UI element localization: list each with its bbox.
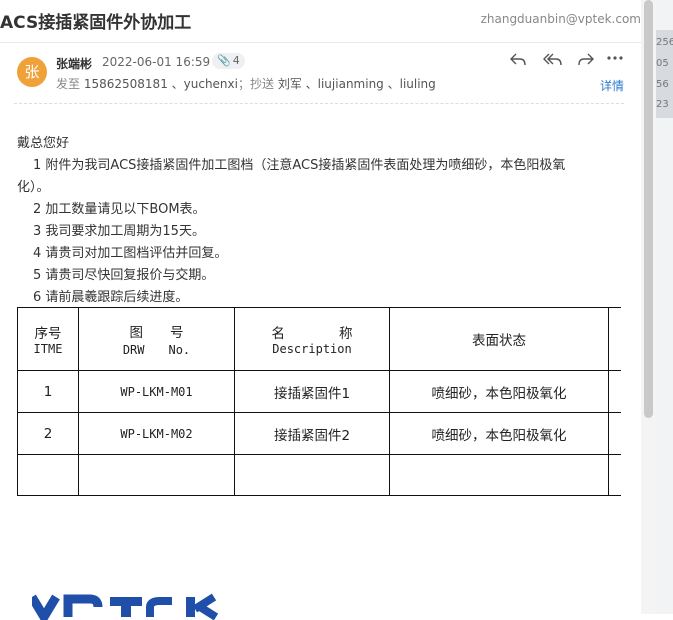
recipients: 发至 15862508181 、yuchenxi；抄送 刘军 、liujianm… <box>56 75 436 92</box>
cc-label: ；抄送 <box>237 77 274 91</box>
bom-header-row: 序号 ITME 图 号 DRW No. 名 称 Description 表面状态 <box>17 307 621 371</box>
cell-description <box>234 454 390 496</box>
header-en: DRW No. <box>122 342 191 357</box>
scrollbar-thumb[interactable] <box>644 0 653 418</box>
header-cell: 表面状态 <box>389 307 609 371</box>
table-edge <box>608 412 621 455</box>
sent-time: 2022-06-01 16:59 <box>102 55 211 69</box>
paperclip-icon: 📎 <box>217 54 231 67</box>
message-body: 戴总您好 1 附件为我司ACS接插紧固件加工图档（注意ACS接插紧固件表面处理为… <box>17 133 565 309</box>
strip-number: 23 <box>656 99 669 110</box>
strip-number: 05 <box>656 58 669 69</box>
more-icon[interactable] <box>607 50 623 70</box>
body-line: 4 请贵司对加工图档评估并回复。 <box>33 246 228 261</box>
cell-surface: 喷细砂，本色阳极氧化 <box>389 412 609 455</box>
cell-drawing-no: WP-LKM-M01 <box>78 370 235 413</box>
vptek-logo <box>32 593 219 620</box>
cell-description: 接插紧固件1 <box>234 370 390 413</box>
cell-index <box>17 454 79 496</box>
table-edge <box>608 454 621 496</box>
to-label: 发至 <box>56 77 81 91</box>
account-email: zhangduanbin@vptek.com <box>480 12 641 26</box>
strip-number: 56 <box>656 79 669 90</box>
to-recipients[interactable]: 15862508181 、yuchenxi <box>84 77 238 91</box>
email-subject: ACS接插紧固件外协加工 <box>0 13 192 33</box>
cell-drawing-no: WP-LKM-M02 <box>78 412 235 455</box>
attachment-badge[interactable]: 📎 4 <box>212 53 245 69</box>
sender-name[interactable]: 张端彬 <box>56 55 92 72</box>
body-line: 3 我司要求加工周期为15天。 <box>33 224 205 239</box>
avatar: 张 <box>17 57 47 87</box>
header-en: ITME <box>33 342 63 356</box>
greeting: 戴总您好 <box>17 136 70 151</box>
reply-all-icon[interactable] <box>543 51 562 69</box>
bom-table: 序号 ITME 图 号 DRW No. 名 称 Description 表面状态… <box>17 307 621 496</box>
header-cn: 表面状态 <box>472 333 526 349</box>
header-cn: 名 称 <box>271 326 353 342</box>
table-edge <box>608 307 621 371</box>
message-actions <box>509 51 595 69</box>
header-cn: 序号 <box>34 326 62 342</box>
body-line: 2 加工数量请见以下BOM表。 <box>33 202 206 217</box>
cell-surface <box>389 454 609 496</box>
header-cn: 图 号 <box>129 324 184 341</box>
cell-drawing-no <box>78 454 235 496</box>
cell-index: 2 <box>17 412 79 455</box>
attachment-count: 4 <box>232 54 240 67</box>
cell-surface: 喷细砂，本色阳极氧化 <box>389 370 609 413</box>
table-edge <box>608 370 621 413</box>
body-line: 化）。 <box>17 180 50 195</box>
forward-icon[interactable] <box>577 51 595 69</box>
details-link[interactable]: 详情 <box>600 77 624 94</box>
header-cell: 图 号 DRW No. <box>78 307 235 371</box>
header-cell: 名 称 Description <box>234 307 390 371</box>
body-line: 6 请前晨羲跟踪后续进度。 <box>33 290 189 305</box>
adjacent-pane-strip: 256 05 56 23 <box>656 0 673 614</box>
strip-number: 256 <box>656 37 673 48</box>
cc-recipients[interactable]: 刘军 、liujianming 、liuling <box>278 77 436 91</box>
table-row: 1 WP-LKM-M01 接插紧固件1 喷细砂，本色阳极氧化 <box>17 370 621 413</box>
table-row <box>17 454 621 496</box>
header-cell: 序号 ITME <box>17 307 79 371</box>
table-row: 2 WP-LKM-M02 接插紧固件2 喷细砂，本色阳极氧化 <box>17 412 621 455</box>
body-line: 1 附件为我司ACS接插紧固件加工图档（注意ACS接插紧固件表面处理为喷细砂，本… <box>33 158 566 173</box>
cell-description: 接插紧固件2 <box>234 412 390 455</box>
header-divider <box>14 103 624 104</box>
cell-index: 1 <box>17 370 79 413</box>
reply-icon[interactable] <box>509 51 527 69</box>
body-line: 5 请贵司尽快回复报价与交期。 <box>33 268 215 283</box>
header-en: Description <box>272 342 352 356</box>
